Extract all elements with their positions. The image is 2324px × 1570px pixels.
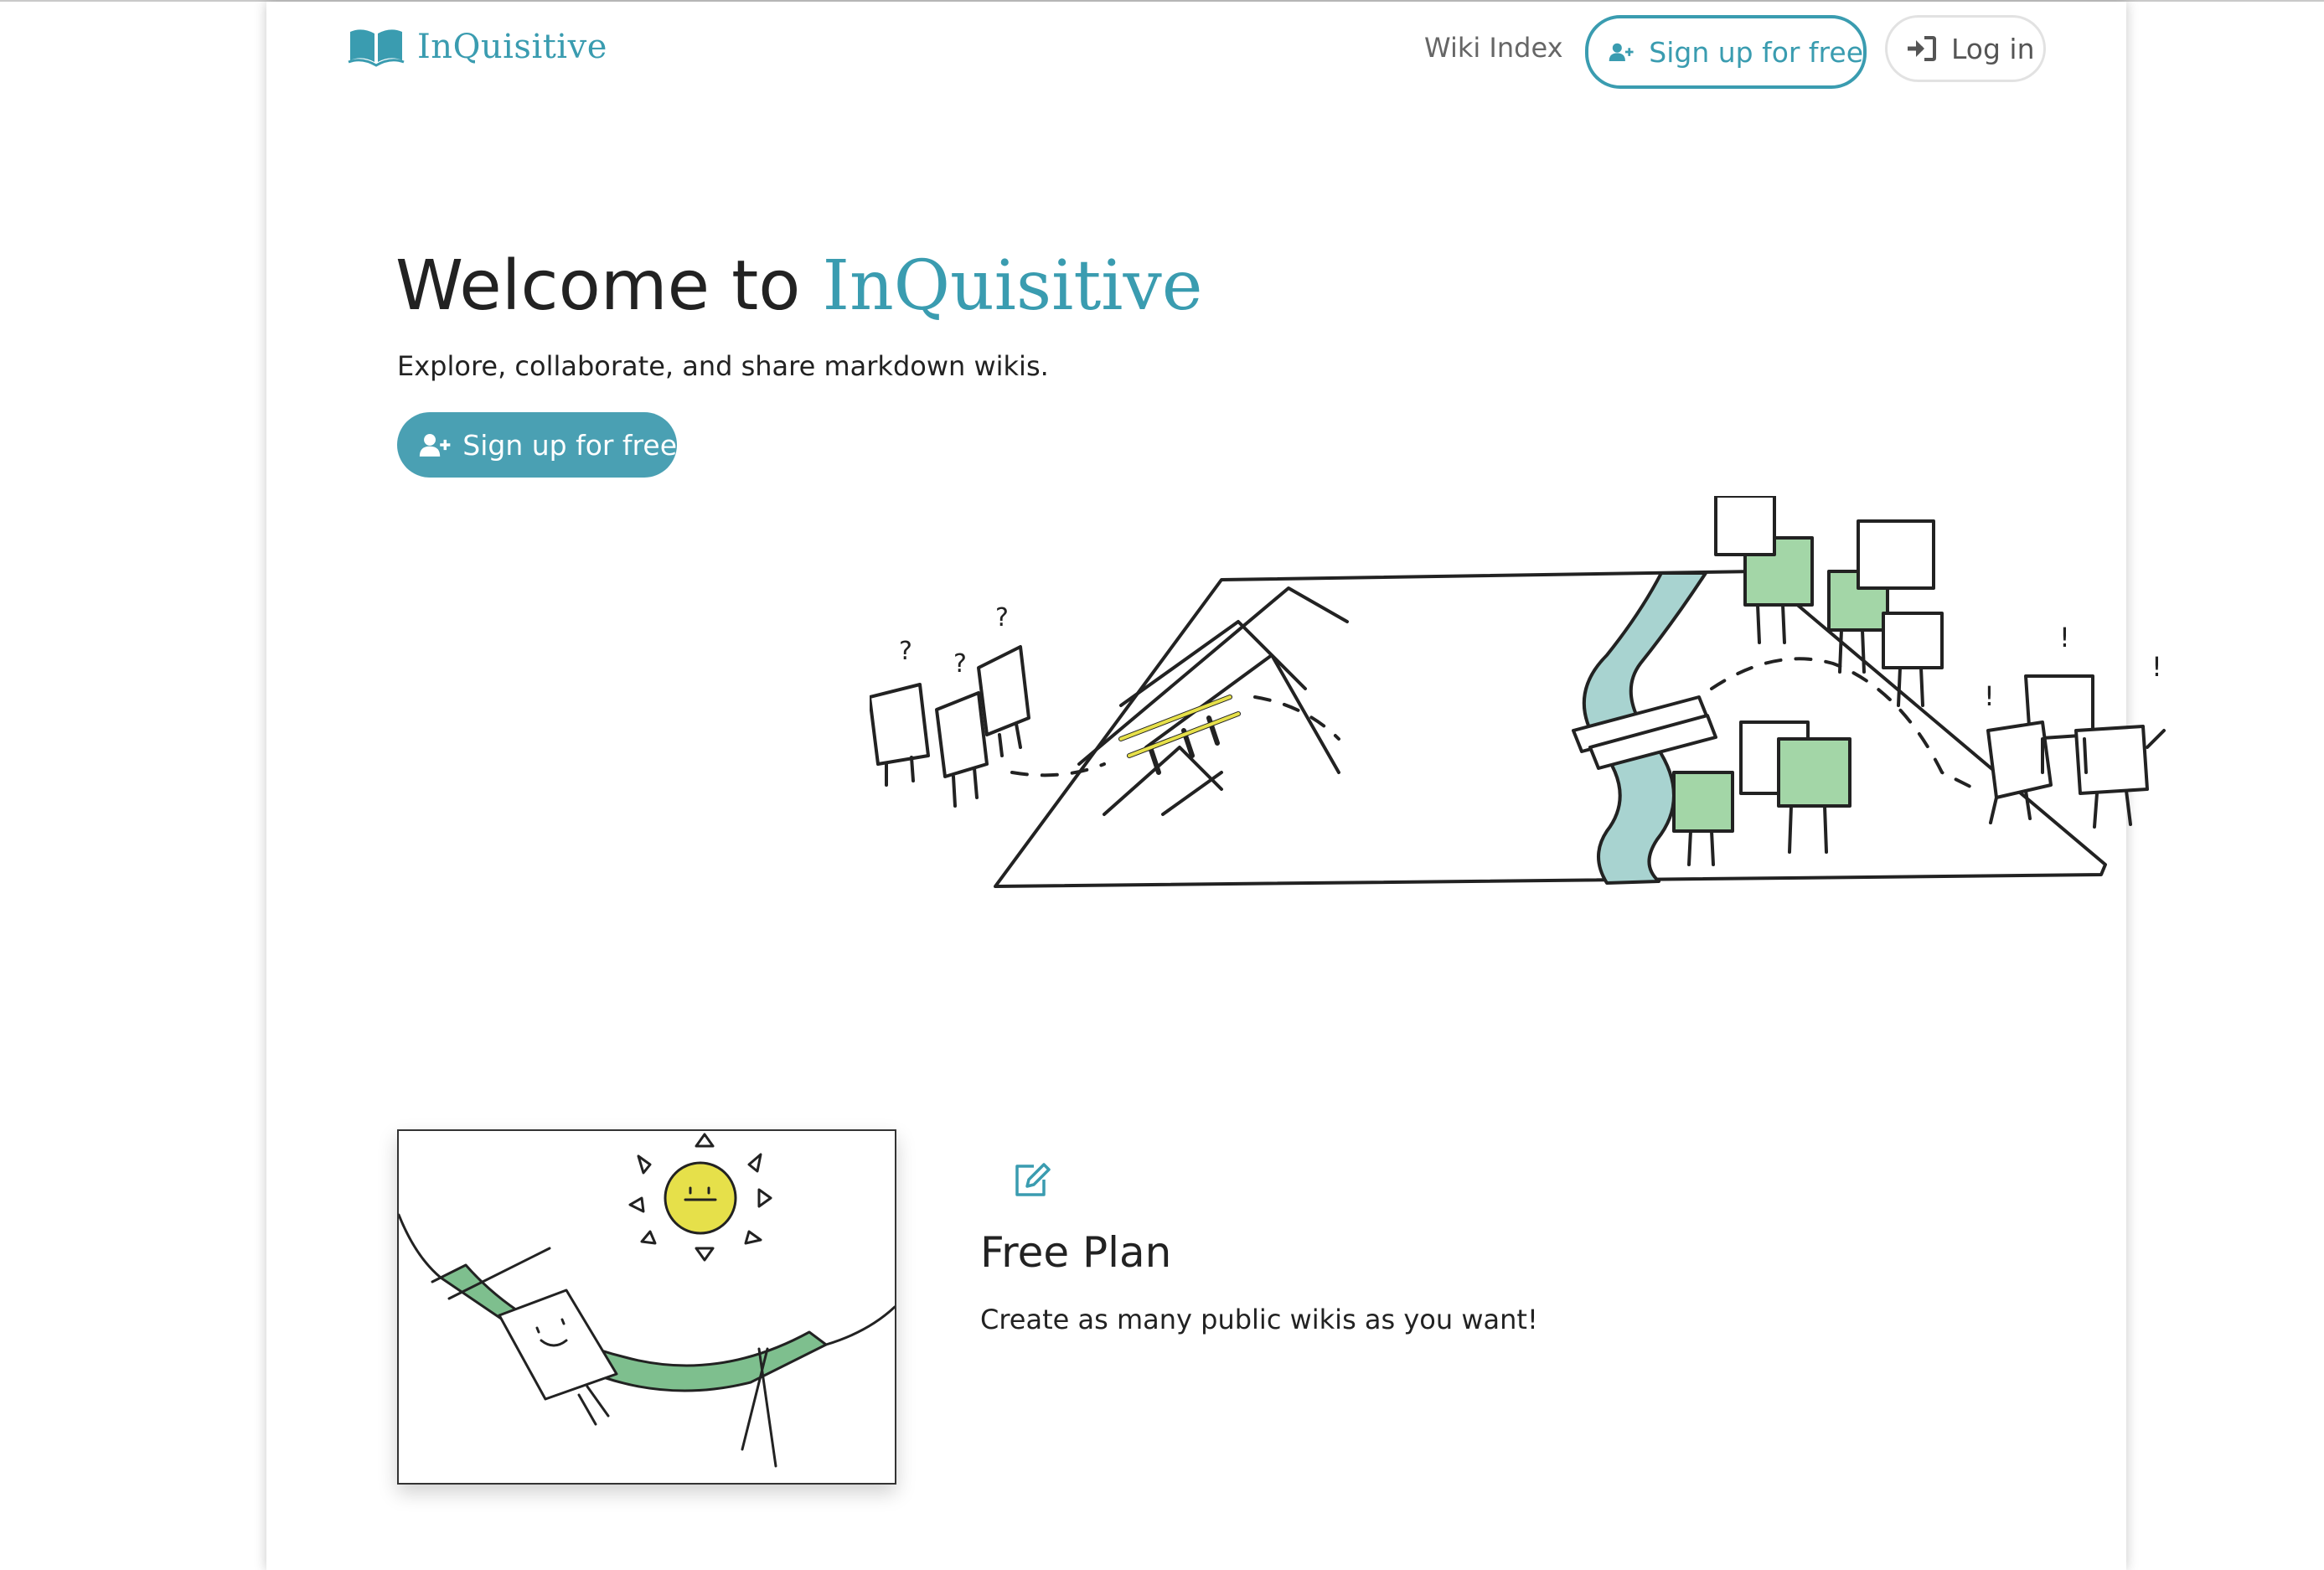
user-plus-icon (1609, 43, 1634, 61)
question-mark: ? (899, 637, 912, 666)
sign-in-icon (1908, 36, 1936, 61)
hero-signup-label: Sign up for free (462, 428, 677, 462)
logo[interactable]: InQuisitive (347, 27, 607, 67)
nav-signup-button[interactable]: Sign up for free (1585, 15, 1867, 89)
open-book-icon (348, 29, 405, 67)
hero-signup-button[interactable]: Sign up for free (397, 412, 677, 478)
nav-login-label: Log in (1951, 32, 2035, 65)
question-mark: ? (953, 649, 967, 679)
hero-map-illustration: ? ? ? ! ! ! (870, 496, 2166, 888)
exclamation-mark: ! (1984, 680, 1995, 712)
logo-text: InQuisitive (417, 28, 607, 66)
nav-signup-label: Sign up for free (1649, 35, 1863, 69)
nav-wiki-index-link[interactable]: Wiki Index (1424, 32, 1563, 64)
hero-title: Welcome to InQuisitive (395, 246, 1202, 326)
hammock-illustration (397, 1133, 896, 1468)
feature-illustration-card (397, 1129, 896, 1485)
page-container: InQuisitive Wiki Index Sign up for free … (266, 2, 2166, 1570)
feature-description: Create as many public wikis as you want! (980, 1304, 1538, 1335)
nav-login-button[interactable]: Log in (1885, 15, 2046, 82)
hero-title-prefix: Welcome to (395, 246, 801, 326)
exclamation-mark: ! (2151, 651, 2162, 683)
edit-icon (1015, 1163, 1051, 1196)
feature-title: Free Plan (980, 1228, 1172, 1277)
user-plus-icon (419, 433, 451, 457)
hero-title-brand: InQuisitive (822, 246, 1203, 326)
hero-subtitle: Explore, collaborate, and share markdown… (397, 350, 1049, 382)
exclamation-mark: ! (2059, 622, 2070, 653)
question-mark: ? (995, 603, 1009, 633)
